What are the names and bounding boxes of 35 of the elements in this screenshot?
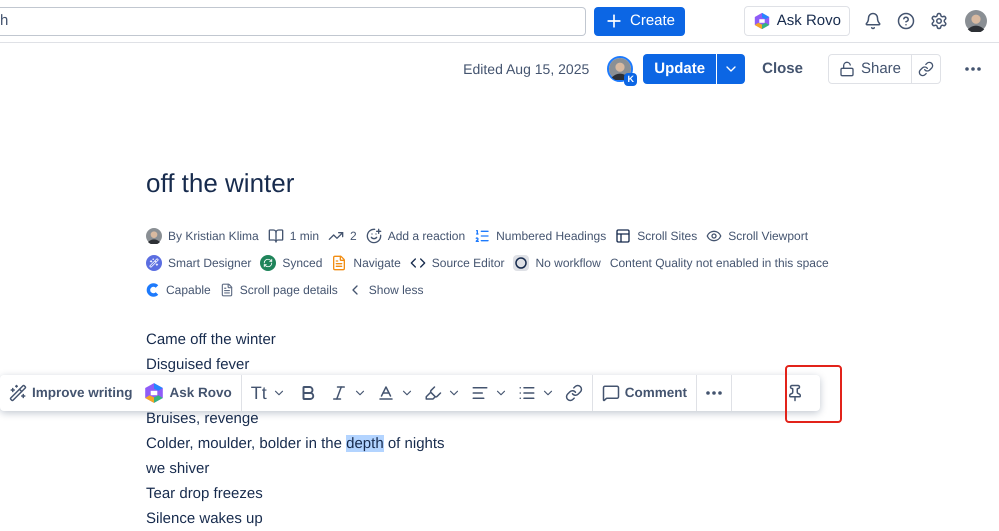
edited-date: Edited Aug 15, 2025 <box>463 60 590 79</box>
poem-line: Came off the winter <box>146 330 276 350</box>
meta-label[interactable]: Capable <box>166 281 211 299</box>
poem-line: Bruises, revenge <box>146 409 259 429</box>
meta-label[interactable]: Show less <box>368 281 424 299</box>
meta-label[interactable]: Add a reaction <box>388 227 466 245</box>
meta-label[interactable]: 1 min <box>290 227 320 245</box>
meta-label[interactable]: By Kristian Klima <box>168 227 259 245</box>
poem-line: Colder, moulder, bolder in the depth of nights <box>146 434 445 454</box>
close-button[interactable]: Close <box>755 54 810 84</box>
avatar-badge: K <box>624 73 638 86</box>
rovo-tool-button[interactable]: Ask Rovo <box>138 378 236 408</box>
meta-label[interactable]: Smart Designer <box>168 254 252 272</box>
meta-label[interactable]: 2 <box>350 227 357 245</box>
meta-label[interactable]: Synced <box>282 254 322 272</box>
poem-line: we shiver <box>146 459 210 479</box>
update-button[interactable]: Update <box>643 54 716 84</box>
text-style-tool-button[interactable]: Tt <box>246 378 290 408</box>
poem-line: Silence wakes up <box>146 509 263 529</box>
meta-label[interactable]: Source Editor <box>432 254 504 272</box>
page-title: off the winter <box>146 167 296 199</box>
meta-label: Content Quality not enabled in this space <box>610 255 829 272</box>
meta-label[interactable]: Scroll page details <box>240 281 338 299</box>
improve-tool-button[interactable]: Improve writing <box>5 378 137 408</box>
meta-label[interactable]: Scroll Viewport <box>728 227 808 245</box>
meta-label[interactable]: No workflow <box>535 254 601 272</box>
ask-rovo-button[interactable]: Ask Rovo <box>744 6 850 36</box>
meta-label[interactable]: Navigate <box>353 254 401 272</box>
meta-label[interactable]: Scroll Sites <box>637 227 698 245</box>
search-field[interactable]: h <box>0 6 586 36</box>
poem-line: Disguised fever <box>146 355 250 375</box>
meta-label[interactable]: Numbered Headings <box>496 227 606 245</box>
create-button[interactable]: Create <box>594 6 686 36</box>
poem-line: Tear drop freezes <box>146 484 263 504</box>
comment-tool-button[interactable]: Comment <box>598 378 692 408</box>
